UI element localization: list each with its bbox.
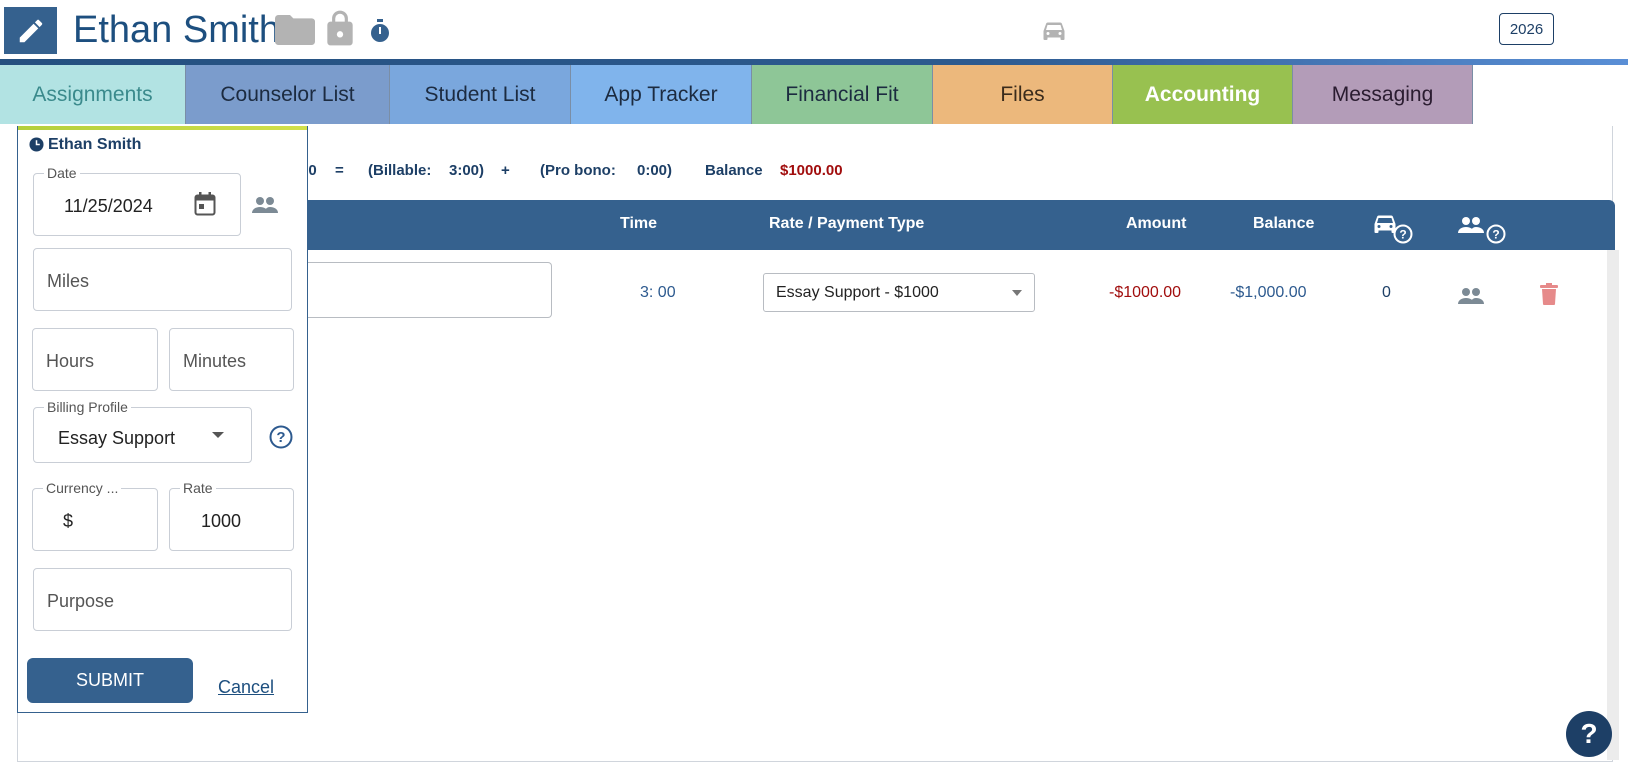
tab-counselor-list[interactable]: Counselor List (186, 65, 390, 124)
delete-button[interactable] (1540, 283, 1558, 310)
date-field[interactable]: Date 11/25/2024 (33, 165, 241, 236)
summary-billable-label: (Billable: (368, 162, 432, 179)
tab-accounting[interactable]: Accounting (1113, 65, 1293, 124)
th-miles: ? (1373, 214, 1415, 244)
row-balance: -$1,000.00 (1230, 284, 1307, 301)
minutes-field[interactable]: Minutes (169, 328, 294, 391)
edit-button[interactable] (4, 7, 57, 54)
submit-button[interactable]: SUBMIT (27, 658, 193, 703)
th-time: Time (620, 215, 658, 232)
people-icon (252, 197, 278, 213)
people-icon (1458, 217, 1484, 233)
date-label: Date (44, 165, 80, 181)
page-title: Ethan Smith (73, 9, 280, 51)
tab-messaging[interactable]: Messaging (1293, 65, 1473, 124)
clock-icon (29, 137, 45, 153)
row-miles: 0 (1382, 284, 1391, 301)
rate-label: Rate (180, 480, 216, 496)
row-description-input[interactable] (300, 262, 552, 318)
people-icon (1458, 288, 1484, 304)
summary-equals: = (335, 162, 344, 179)
pencil-icon (19, 19, 42, 42)
group-button[interactable] (252, 196, 278, 219)
car-icon[interactable] (1041, 20, 1067, 42)
purpose-field[interactable]: Purpose (33, 568, 292, 631)
year-button[interactable]: 2026 (1499, 13, 1554, 45)
svg-text:?: ? (276, 429, 285, 446)
summary-balance-value: $1000.00 (780, 162, 843, 179)
miles-placeholder: Miles (47, 271, 90, 291)
billing-profile-label: Billing Profile (44, 399, 131, 415)
cancel-link[interactable]: Cancel (218, 677, 274, 698)
tab-app-tracker[interactable]: App Tracker (571, 65, 752, 124)
summary-billable-value: 3:00) (449, 162, 485, 179)
tab-assignments[interactable]: Assignments (0, 65, 186, 124)
row-time: 3: 00 (640, 284, 676, 301)
currency-label: Currency ... (43, 480, 122, 496)
rate-payment-select[interactable]: Essay Support - $1000 (763, 273, 1035, 312)
table-scrollbar[interactable] (1607, 250, 1619, 760)
help-circle-icon: ? (269, 425, 293, 449)
trash-icon (1540, 283, 1558, 305)
tab-financial-fit[interactable]: Financial Fit (752, 65, 933, 124)
summary-balance-label: Balance (705, 162, 763, 179)
minutes-placeholder: Minutes (183, 351, 247, 371)
folder-icon[interactable] (274, 12, 316, 48)
th-balance: Balance (1253, 215, 1315, 232)
help-button[interactable]: ? (1566, 711, 1612, 757)
rate-value: 1000 (201, 511, 242, 531)
th-rate-payment-type: Rate / Payment Type (769, 215, 925, 232)
hours-placeholder: Hours (46, 351, 95, 371)
stopwatch-icon[interactable] (368, 18, 392, 44)
miles-field[interactable]: Miles (33, 248, 292, 311)
date-value: 11/25/2024 (64, 196, 153, 216)
summary-probono-label: (Pro bono: (540, 162, 616, 179)
rate-payment-select-value: Essay Support - $1000 (776, 284, 939, 301)
help-circle-icon[interactable]: ? (1486, 224, 1506, 244)
billing-profile-select[interactable]: Billing Profile Essay Support (33, 399, 252, 463)
svg-text:?: ? (1399, 228, 1406, 242)
panel-student-name: Ethan Smith (48, 136, 142, 153)
currency-field[interactable]: Currency ... $ (32, 480, 158, 551)
row-amount: -$1000.00 (1109, 284, 1182, 301)
calendar-icon[interactable] (194, 192, 216, 216)
chevron-down-icon (212, 432, 224, 438)
currency-value: $ (63, 511, 74, 531)
hours-field[interactable]: Hours (32, 328, 158, 391)
tab-student-list[interactable]: Student List (390, 65, 571, 124)
th-people: ? (1458, 214, 1506, 244)
summary-probono-value: 0:00) (637, 162, 673, 179)
row-people-icon[interactable] (1458, 287, 1484, 310)
rate-field[interactable]: Rate 1000 (169, 480, 294, 551)
summary-plus: + (501, 162, 510, 179)
table-header (300, 200, 1615, 250)
tab-files[interactable]: Files (933, 65, 1113, 124)
billing-help-icon[interactable]: ? (269, 425, 293, 454)
th-amount: Amount (1126, 215, 1187, 232)
svg-text:?: ? (1492, 228, 1499, 242)
purpose-placeholder: Purpose (47, 591, 115, 611)
billing-profile-value: Essay Support (58, 428, 176, 448)
help-circle-icon[interactable]: ? (1393, 224, 1413, 244)
panel-accent-line (18, 126, 307, 130)
chevron-down-icon (1012, 290, 1022, 296)
lock-icon[interactable] (324, 8, 356, 48)
